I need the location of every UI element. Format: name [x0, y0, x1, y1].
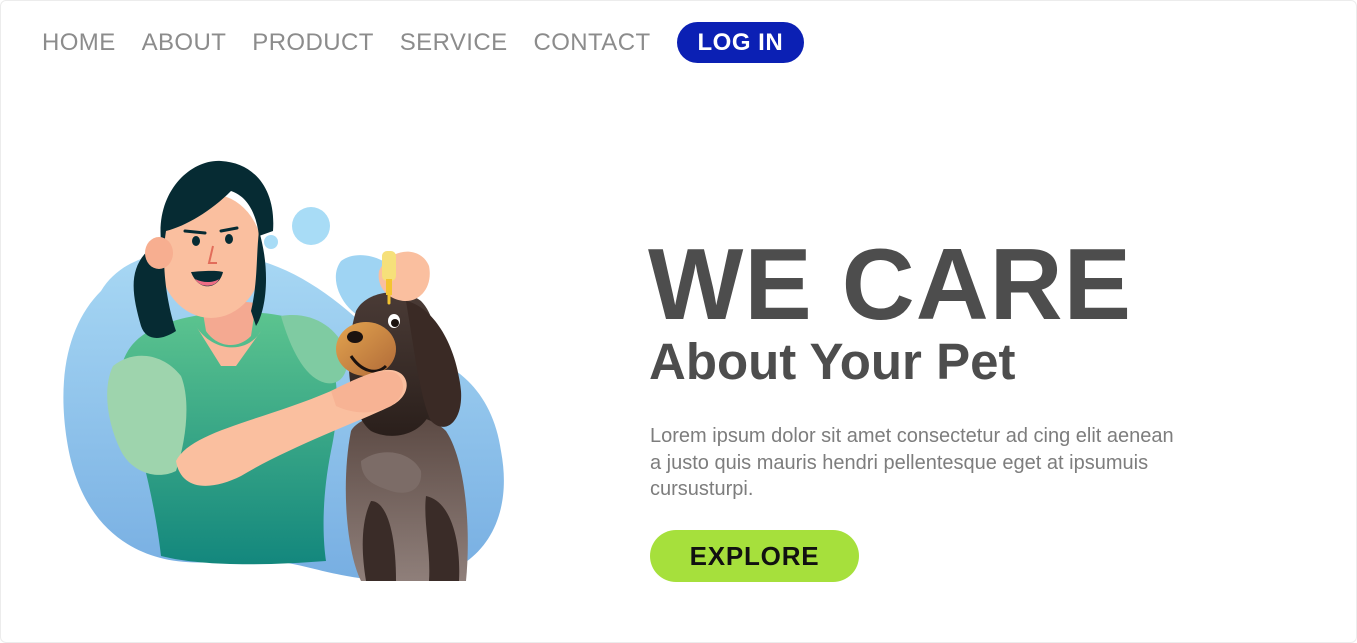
nav-product-link[interactable]: PRODUCT — [252, 22, 373, 63]
nav-about-link[interactable]: ABOUT — [142, 22, 227, 63]
top-navigation: HOME ABOUT PRODUCT SERVICE CONTACT LOG I… — [42, 22, 805, 63]
woman-with-dog-illustration — [63, 160, 504, 581]
nav-service-link[interactable]: SERVICE — [400, 22, 508, 63]
login-button[interactable]: LOG IN — [676, 22, 805, 63]
hero-subheadline: About Your Pet — [649, 333, 1016, 390]
nav-home-link[interactable]: HOME — [42, 22, 116, 63]
hero-description: Lorem ipsum dolor sit amet consectetur a… — [650, 425, 1174, 500]
hero-headline: WE CARE — [648, 229, 1132, 341]
nav-contact-link[interactable]: CONTACT — [534, 22, 651, 63]
explore-button[interactable]: EXPLORE — [650, 530, 859, 582]
page: HOME ABOUT PRODUCT SERVICE CONTACT LOG I… — [0, 0, 1357, 643]
hero-illustration — [61, 151, 531, 591]
